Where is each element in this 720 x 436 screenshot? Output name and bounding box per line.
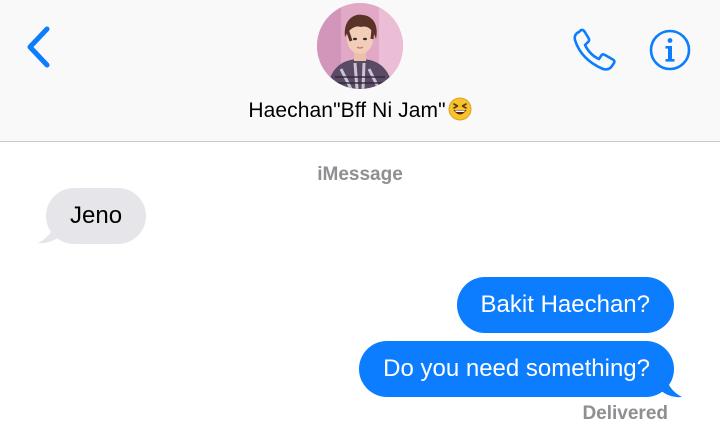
info-button[interactable] xyxy=(646,26,694,74)
delivery-status: Delivered xyxy=(582,403,668,424)
grinning-squinting-face-icon xyxy=(448,97,472,127)
message-bubble-outgoing[interactable]: Do you need something? xyxy=(359,341,674,397)
conversation-header: Haechan"Bff Ni Jam" xyxy=(0,0,720,142)
call-button[interactable] xyxy=(570,26,620,74)
message-bubble-outgoing[interactable]: Bakit Haechan? xyxy=(456,277,674,333)
messages-screen: Haechan"Bff Ni Jam" iMessage Jeno Bakit … xyxy=(0,0,720,436)
contact-name[interactable]: Haechan"Bff Ni Jam" xyxy=(0,97,720,127)
chevron-left-icon xyxy=(27,26,50,68)
contact-name-text: Haechan"Bff Ni Jam" xyxy=(248,99,446,122)
contact-avatar[interactable] xyxy=(317,3,403,89)
back-button[interactable] xyxy=(22,24,58,70)
message-bubble-incoming[interactable]: Jeno xyxy=(46,188,147,244)
info-icon xyxy=(649,29,691,71)
avatar-photo xyxy=(317,3,403,89)
service-label: iMessage xyxy=(317,164,403,185)
phone-icon xyxy=(573,28,616,71)
